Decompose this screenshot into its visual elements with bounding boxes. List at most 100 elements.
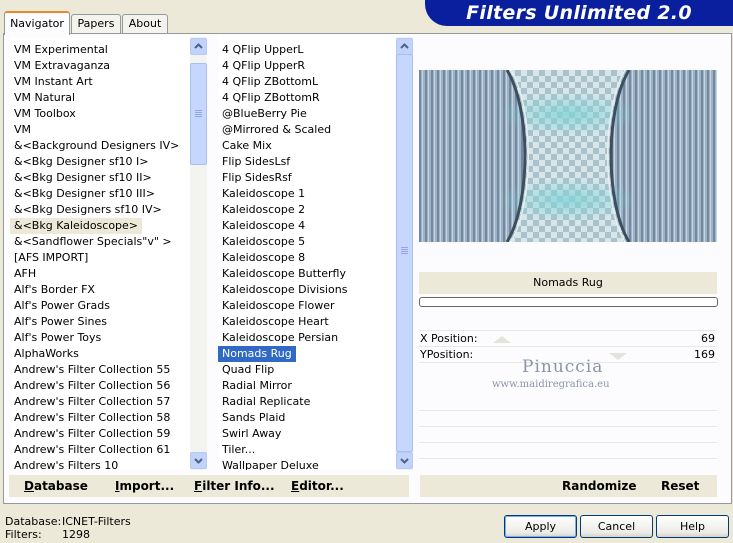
filter-item[interactable]: Flip SidesLsf xyxy=(218,154,396,170)
scroll-down-button[interactable] xyxy=(190,452,207,469)
category-list: VM Experimental VM Extravaganza VM Instant… xyxy=(10,37,190,470)
category-item[interactable]: &<Bkg Designer sf10 I> xyxy=(10,154,190,170)
param-label: YPosition: xyxy=(420,348,474,361)
category-item[interactable]: Alf's Power Toys xyxy=(10,330,190,346)
category-item[interactable]: [AFS IMPORT] xyxy=(10,250,190,266)
category-item[interactable]: Alf's Power Grads xyxy=(10,298,190,314)
category-item[interactable]: &<Bkg Designers sf10 IV> xyxy=(10,202,190,218)
status-filters-label: Filters: xyxy=(5,528,42,541)
chevron-up-icon xyxy=(194,43,203,49)
category-item[interactable]: AFH xyxy=(10,266,190,282)
scroll-thumb[interactable] xyxy=(190,63,207,165)
filter-item[interactable]: Kaleidoscope Divisions xyxy=(218,282,396,298)
category-item[interactable]: Andrew's Filter Collection 56 xyxy=(10,378,190,394)
filter-item[interactable]: 4 QFlip ZBottomL xyxy=(218,74,396,90)
filter-item[interactable]: Radial Mirror xyxy=(218,378,396,394)
slider-marker-icon[interactable] xyxy=(493,336,511,343)
category-item[interactable]: Andrew's Filter Collection 57 xyxy=(10,394,190,410)
category-item[interactable]: VM Toolbox xyxy=(10,106,190,122)
category-item[interactable]: &<Bkg Designer sf10 II> xyxy=(10,170,190,186)
apply-button[interactable]: Apply xyxy=(504,515,577,538)
category-item[interactable]: &<Bkg Kaleidoscope> xyxy=(10,218,143,234)
progress-bar xyxy=(419,297,718,307)
watermark-name: Pinuccia xyxy=(522,357,604,377)
filter-item[interactable]: Kaleidoscope Butterfly xyxy=(218,266,396,282)
filter-item[interactable]: Cake Mix xyxy=(218,138,396,154)
filter-item[interactable]: Wallpaper Deluxe xyxy=(218,458,396,470)
filter-item[interactable]: 4 QFlip UpperL xyxy=(218,42,396,58)
editor-button[interactable]: Editor... xyxy=(291,479,344,493)
category-item[interactable]: VM xyxy=(10,122,190,138)
preview-image xyxy=(419,70,717,242)
chevron-up-icon xyxy=(400,43,409,49)
category-item[interactable]: Andrew's Filter Collection 61 xyxy=(10,442,190,458)
filter-item[interactable]: 4 QFlip ZBottomR xyxy=(218,90,396,106)
filter-item[interactable]: Radial Replicate xyxy=(218,394,396,410)
reset-button[interactable]: Reset xyxy=(661,479,699,493)
status-filters-value: 1298 xyxy=(62,528,90,541)
filter-info-button[interactable]: Filter Info... xyxy=(194,479,275,493)
param-value: 69 xyxy=(701,332,715,345)
filter-item[interactable]: Quad Flip xyxy=(218,362,396,378)
filter-item[interactable]: Sands Plaid xyxy=(218,410,396,426)
filter-item[interactable]: Kaleidoscope 2 xyxy=(218,202,396,218)
filter-item[interactable]: Tiler... xyxy=(218,442,396,458)
category-item[interactable]: Alf's Power Sines xyxy=(10,314,190,330)
filter-item[interactable]: Nomads Rug xyxy=(218,346,296,362)
tab-navigator[interactable]: Navigator xyxy=(4,11,70,35)
category-item[interactable]: AlphaWorks xyxy=(10,346,190,362)
category-scrollbar[interactable] xyxy=(190,37,207,470)
chevron-down-icon xyxy=(194,458,203,464)
filter-item[interactable]: 4 QFlip UpperR xyxy=(218,58,396,74)
tab-about[interactable]: About xyxy=(122,14,168,33)
category-item[interactable]: Andrew's Filter Collection 59 xyxy=(10,426,190,442)
filter-item[interactable]: Kaleidoscope 8 xyxy=(218,250,396,266)
chevron-down-icon xyxy=(400,458,409,464)
category-item[interactable]: Andrew's Filter Collection 55 xyxy=(10,362,190,378)
category-listbox[interactable]: VM Experimental VM Extravaganza VM Instant… xyxy=(10,37,207,470)
param-row[interactable]: X Position: 69 xyxy=(419,331,717,347)
filter-listbox[interactable]: 4 QFlip UpperL 4 QFlip UpperR 4 QFlip ZBot… xyxy=(218,37,413,470)
filter-item[interactable]: Kaleidoscope 5 xyxy=(218,234,396,250)
filter-item[interactable]: Kaleidoscope 4 xyxy=(218,218,396,234)
category-item[interactable]: Alf's Border FX xyxy=(10,282,190,298)
filter-item[interactable]: Flip SidesRsf xyxy=(218,170,396,186)
status-database-label: Database: xyxy=(5,515,62,528)
category-item[interactable]: Andrew's Filter Collection 58 xyxy=(10,410,190,426)
scroll-down-button[interactable] xyxy=(396,452,413,469)
navigator-button-bar: Database Import... Filter Info... Editor… xyxy=(9,475,409,497)
filter-scrollbar[interactable] xyxy=(396,37,413,470)
filter-preview xyxy=(419,70,717,242)
category-item[interactable]: VM Experimental xyxy=(10,42,190,58)
filter-item[interactable]: Kaleidoscope 1 xyxy=(218,186,396,202)
category-item[interactable]: VM Extravaganza xyxy=(10,58,190,74)
status-database-value: ICNET-Filters xyxy=(62,515,131,528)
database-button[interactable]: Database xyxy=(24,479,88,493)
category-item[interactable]: &<Bkg Designer sf10 III> xyxy=(10,186,190,202)
slider-marker-icon[interactable] xyxy=(609,353,627,360)
cancel-button[interactable]: Cancel xyxy=(580,515,653,538)
category-item[interactable]: Andrew's Filters 10 xyxy=(10,458,190,470)
filter-item[interactable]: Kaleidoscope Heart xyxy=(218,314,396,330)
brand-title: Filters Unlimited 2.0 xyxy=(425,0,733,26)
category-item[interactable]: &<Background Designers IV> xyxy=(10,138,190,154)
tab-papers[interactable]: Papers xyxy=(71,14,121,33)
filter-item[interactable]: Swirl Away xyxy=(218,426,396,442)
scroll-up-button[interactable] xyxy=(190,38,207,55)
category-item[interactable]: VM Instant Art xyxy=(10,74,190,90)
filter-item[interactable]: Kaleidoscope Persian xyxy=(218,330,396,346)
filter-name-label: Nomads Rug xyxy=(419,272,717,294)
category-item[interactable]: VM Natural xyxy=(10,90,190,106)
filter-button-bar: Randomize Reset xyxy=(420,475,717,497)
category-item[interactable]: &<Sandflower Specials"v" > xyxy=(10,234,190,250)
filter-item[interactable]: @Mirrored & Scaled xyxy=(218,122,396,138)
watermark-url: www.maidiregrafica.eu xyxy=(492,379,610,390)
filter-item[interactable]: Kaleidoscope Flower xyxy=(218,298,396,314)
help-button[interactable]: Help xyxy=(656,515,729,538)
scroll-thumb[interactable] xyxy=(396,54,413,452)
import-button[interactable]: Import... xyxy=(115,479,174,493)
randomize-button[interactable]: Randomize xyxy=(562,479,636,493)
param-spacer xyxy=(419,310,717,331)
scroll-up-button[interactable] xyxy=(396,38,413,55)
filter-item[interactable]: @BlueBerry Pie xyxy=(218,106,396,122)
